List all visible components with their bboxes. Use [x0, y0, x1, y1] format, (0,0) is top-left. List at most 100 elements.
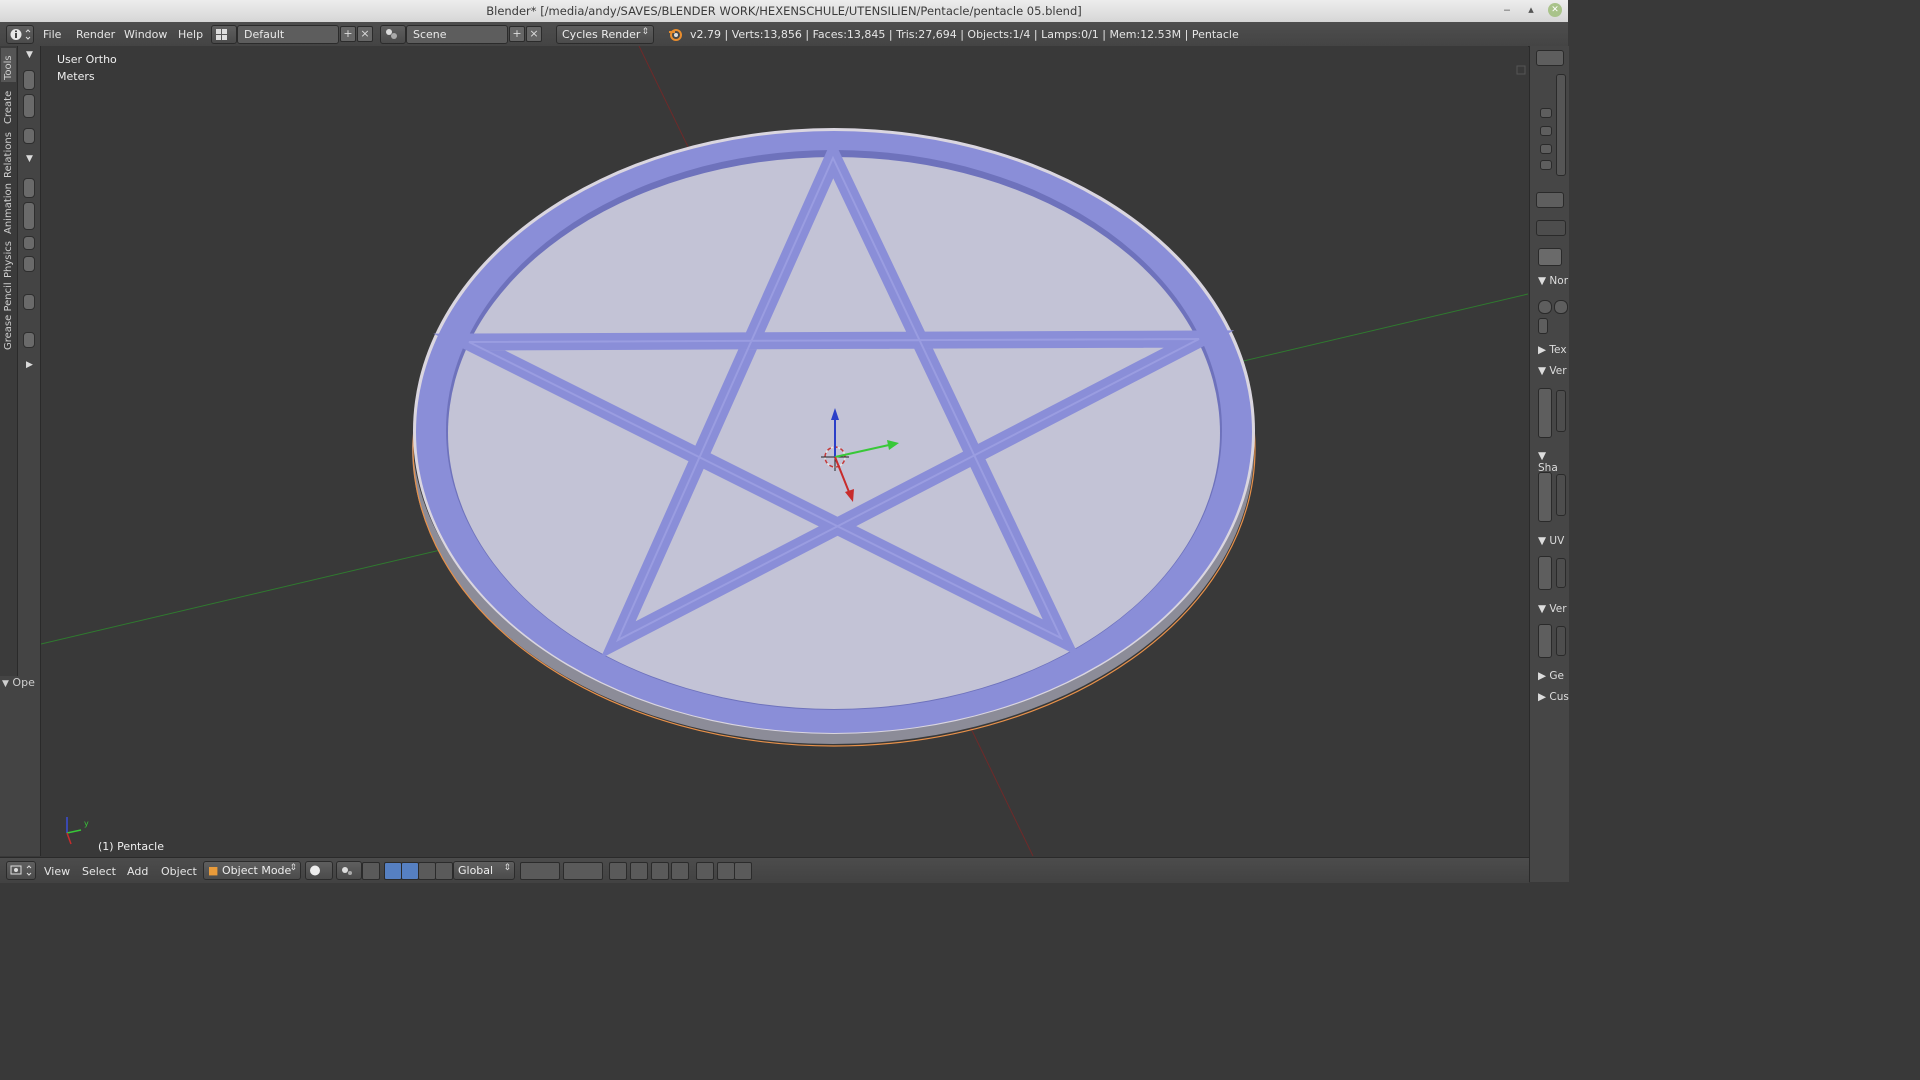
panel-header-geometry-data[interactable]: ▶ Ge: [1538, 670, 1564, 682]
uv-map-list[interactable]: [1538, 556, 1552, 590]
properties-panel: ▼ Nor ▶ Tex ▼ Ver ▼ Sha ▼ UV ▼ Ver ▶ Ge …: [1529, 46, 1569, 882]
camera-visibility-icon[interactable]: [1540, 108, 1552, 118]
menu-render[interactable]: Render: [76, 28, 115, 41]
collapse-triangle-icon[interactable]: ▼: [26, 50, 33, 60]
editor-type-info-button[interactable]: [6, 25, 34, 44]
panel-header-vertex-groups[interactable]: ▼ Ver: [1538, 365, 1567, 377]
outliner-scrollbar[interactable]: [1556, 74, 1566, 176]
tool-button[interactable]: [23, 236, 35, 250]
render-engine-select[interactable]: Cycles Render ⇕: [556, 25, 654, 44]
tab-tools[interactable]: Tools: [1, 48, 16, 82]
toggle-button[interactable]: [1538, 300, 1552, 314]
list-add-remove[interactable]: [1556, 558, 1566, 588]
pivot-point-select[interactable]: [336, 861, 362, 880]
info-header: File Render Window Help Default + × Scen…: [0, 22, 1568, 47]
panel-header-texture-space[interactable]: ▶ Tex: [1538, 344, 1567, 356]
scale-manipulator-icon[interactable]: [418, 862, 436, 880]
transform-orientation-icon[interactable]: [435, 862, 453, 880]
delete-scene-button[interactable]: ×: [526, 26, 542, 42]
toggle-button[interactable]: [1554, 300, 1568, 314]
tab-relations[interactable]: Relations: [1, 128, 16, 180]
render-still-icon[interactable]: [734, 862, 752, 880]
tool-button[interactable]: [23, 332, 35, 348]
interaction-mode-select[interactable]: ■ Object Mode ⇕: [203, 861, 301, 880]
viewport-corner-icon[interactable]: [1516, 65, 1526, 75]
layout-name-field[interactable]: Default: [237, 25, 339, 44]
minimize-button[interactable]: ‒: [1500, 3, 1514, 17]
scene-name-field[interactable]: Scene: [406, 25, 508, 44]
proportional-edit-icon[interactable]: [630, 862, 648, 880]
camera-visibility-icon[interactable]: [1540, 160, 1552, 170]
tool-button[interactable]: [23, 94, 35, 118]
panel-header-shape-keys[interactable]: ▼ Sha: [1538, 450, 1569, 474]
3d-viewport[interactable]: User Ortho Meters y (1) Pentacle: [41, 46, 1528, 856]
tab-create[interactable]: Create: [1, 84, 16, 126]
scene-layers-row-1[interactable]: [520, 862, 560, 880]
collapse-triangle-icon[interactable]: ▼: [26, 154, 33, 164]
editor-type-3dview-button[interactable]: [6, 861, 36, 880]
viewport-canvas[interactable]: [41, 46, 1528, 856]
list-add-remove[interactable]: [1556, 626, 1566, 656]
vertex-group-list[interactable]: [1538, 388, 1552, 438]
tool-button[interactable]: [23, 256, 35, 272]
close-button[interactable]: ✕: [1548, 3, 1562, 17]
menu-add[interactable]: Add: [127, 865, 148, 878]
maximize-button[interactable]: ▴: [1524, 3, 1538, 17]
tab-physics[interactable]: Physics: [1, 238, 16, 280]
plus-icon: +: [343, 27, 353, 40]
menu-help[interactable]: Help: [178, 28, 203, 41]
panel-header-uv-maps[interactable]: ▼ UV: [1538, 535, 1564, 547]
manipulator-toggle-icon[interactable]: [362, 862, 380, 880]
outliner-editor-type-button[interactable]: [1536, 50, 1564, 66]
layer-lock-icon[interactable]: [609, 862, 627, 880]
transform-orientation-select[interactable]: Global ⇕: [453, 861, 515, 880]
x-icon: ×: [360, 27, 370, 40]
render-animation-icon[interactable]: [717, 862, 735, 880]
menu-object[interactable]: Object: [161, 865, 197, 878]
rotate-manipulator-icon[interactable]: [401, 862, 419, 880]
panel-header-vertex-colors[interactable]: ▼ Ver: [1538, 603, 1567, 615]
tab-grease-pencil[interactable]: Grease Pencil: [1, 282, 16, 352]
translate-manipulator-icon[interactable]: [384, 862, 402, 880]
add-layout-button[interactable]: +: [340, 26, 356, 42]
solid-shading-icon: [310, 865, 320, 876]
snap-element-icon[interactable]: [671, 862, 689, 880]
viewport-shading-select[interactable]: [305, 861, 333, 880]
shape-key-list[interactable]: [1538, 472, 1552, 522]
expand-triangle-icon[interactable]: ▶: [26, 360, 33, 370]
tool-button[interactable]: [23, 178, 35, 198]
scene-browse-button[interactable]: [380, 25, 406, 44]
add-scene-button[interactable]: +: [509, 26, 525, 42]
vertex-color-list[interactable]: [1538, 624, 1552, 658]
camera-visibility-icon[interactable]: [1540, 144, 1552, 154]
camera-visibility-icon[interactable]: [1540, 126, 1552, 136]
menu-view[interactable]: View: [44, 865, 70, 878]
opengl-render-icon[interactable]: [696, 862, 714, 880]
tab-animation[interactable]: Animation: [1, 182, 16, 236]
layout-browse-button[interactable]: [211, 25, 237, 44]
tool-button[interactable]: [23, 70, 35, 90]
properties-editor-type-button[interactable]: [1536, 192, 1564, 208]
scene-layers-row-2[interactable]: [563, 862, 603, 880]
properties-context-icons[interactable]: [1536, 220, 1566, 236]
scene-name: Scene: [413, 28, 447, 41]
panel-header-normals[interactable]: ▼ Nor: [1538, 275, 1568, 287]
menu-window[interactable]: Window: [124, 28, 167, 41]
3d-view-icon: [10, 865, 32, 876]
scene-icon: [386, 29, 397, 39]
operator-panel-header[interactable]: ▼ Ope: [2, 676, 35, 689]
snap-toggle-icon[interactable]: [651, 862, 669, 880]
list-add-remove[interactable]: [1556, 390, 1566, 432]
value-field[interactable]: [1538, 318, 1548, 334]
tool-button[interactable]: [23, 202, 35, 230]
delete-layout-button[interactable]: ×: [357, 26, 373, 42]
object-data-icon[interactable]: [1538, 248, 1562, 266]
tool-button[interactable]: [23, 294, 35, 310]
window-title: Blender* [/media/andy/SAVES/BLENDER WORK…: [486, 4, 1082, 18]
layout-name: Default: [244, 28, 285, 41]
list-add-remove[interactable]: [1556, 474, 1566, 516]
menu-select[interactable]: Select: [82, 865, 116, 878]
panel-header-custom-properties[interactable]: ▶ Cus: [1538, 691, 1569, 703]
menu-file[interactable]: File: [43, 28, 61, 41]
tool-button[interactable]: [23, 128, 35, 144]
